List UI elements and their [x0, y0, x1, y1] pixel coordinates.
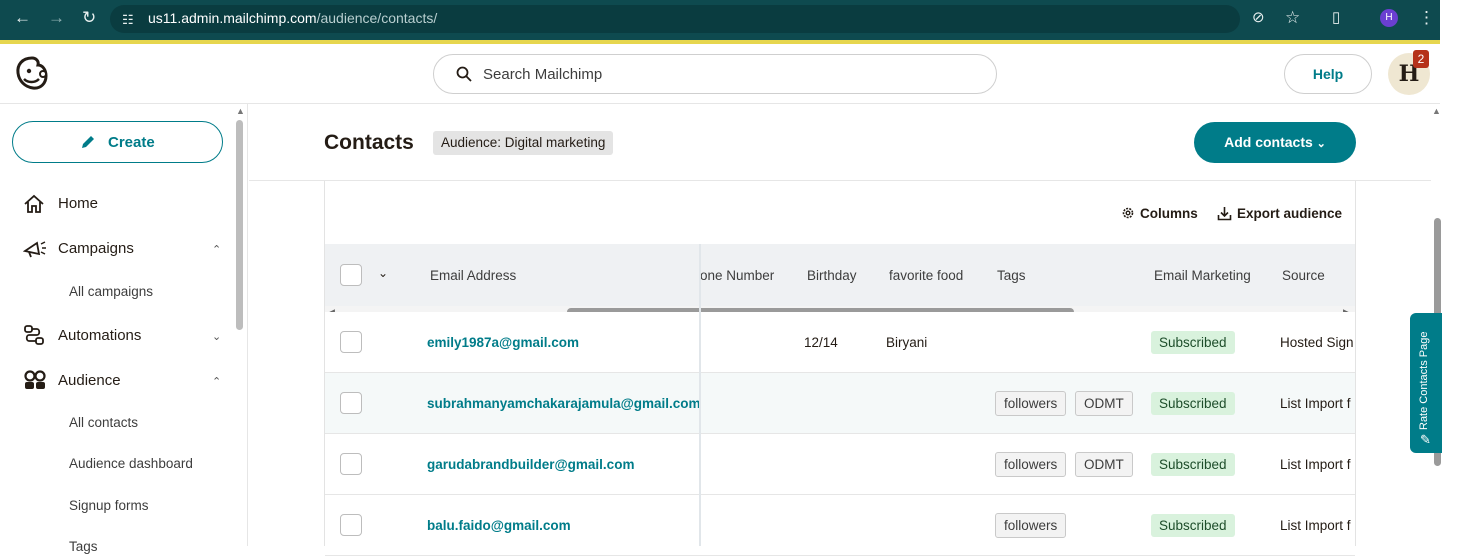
scroll-up-arrow-icon[interactable]: ▲	[236, 106, 245, 116]
row-checkbox[interactable]	[340, 392, 362, 414]
chevron-down-icon[interactable]: ⌄	[378, 266, 388, 280]
tag-badge[interactable]: ODMT	[1075, 452, 1133, 477]
add-contacts-button[interactable]: Add contacts ⌄	[1194, 122, 1356, 163]
create-button-label: Create	[108, 134, 155, 151]
contact-email[interactable]: emily1987a@gmail.com	[427, 335, 579, 350]
search-icon	[456, 66, 472, 82]
home-icon	[24, 194, 44, 213]
column-email-marketing[interactable]: Email Marketing	[1154, 268, 1251, 283]
add-contacts-label: Add contacts	[1224, 134, 1313, 150]
chevron-up-icon[interactable]: ⌃	[212, 375, 221, 388]
column-favorite-food[interactable]: favorite food	[889, 268, 963, 283]
rate-tab-label: Rate Contacts Page	[1418, 331, 1430, 430]
audience-badge: Audience: Digital marketing	[433, 131, 614, 155]
sidebar-item-signup-forms[interactable]: Signup forms	[69, 498, 149, 513]
profile-icon[interactable]: H	[1380, 9, 1398, 27]
pencil-icon: ✎	[1420, 432, 1431, 447]
column-email-address[interactable]: Email Address	[430, 268, 516, 283]
forward-icon[interactable]: →	[48, 8, 65, 28]
scroll-up-arrow-icon[interactable]: ▲	[1432, 106, 1441, 116]
help-button[interactable]: Help	[1284, 54, 1372, 94]
extensions-icon[interactable]: ▯	[1332, 8, 1340, 28]
chevron-up-icon[interactable]: ⌃	[212, 243, 221, 256]
row-checkbox[interactable]	[340, 331, 362, 353]
reload-icon[interactable]: ↻	[82, 8, 96, 28]
chevron-down-icon[interactable]: ⌄	[212, 330, 221, 343]
tag-badge[interactable]: ODMT	[1075, 391, 1133, 416]
notification-badge[interactable]: 2	[1413, 50, 1429, 68]
tag-badge[interactable]: followers	[995, 513, 1067, 538]
site-settings-icon[interactable]: ☷	[122, 10, 134, 30]
status-badge: Subscribed	[1151, 392, 1235, 415]
select-all-checkbox[interactable]	[340, 264, 362, 286]
gear-icon	[1122, 207, 1134, 219]
search-placeholder: Search Mailchimp	[483, 66, 603, 83]
contact-source: List Import f	[1280, 518, 1351, 533]
contact-email[interactable]: subrahmanyamchakarajamula@gmail.com	[427, 396, 701, 411]
sidebar-item-audience-dashboard[interactable]: Audience dashboard	[69, 456, 193, 471]
page-title: Contacts	[324, 131, 414, 154]
back-icon[interactable]: ←	[14, 8, 31, 28]
contact-source: List Import f	[1280, 396, 1351, 411]
chevron-down-icon: ⌄	[1316, 138, 1326, 150]
sidebar-item-all-campaigns[interactable]: All campaigns	[69, 284, 153, 299]
column-source[interactable]: Source	[1282, 268, 1325, 283]
status-badge: Subscribed	[1151, 514, 1235, 537]
sidebar-scrollbar[interactable]	[236, 120, 243, 330]
export-icon	[1217, 207, 1232, 221]
column-tags[interactable]: Tags	[997, 268, 1026, 283]
sidebar-item-all-contacts[interactable]: All contacts	[69, 415, 138, 430]
export-audience-button[interactable]: Export audience	[1237, 206, 1342, 221]
sidebar-item-campaigns[interactable]: Campaigns	[58, 240, 134, 257]
column-birthday[interactable]: Birthday	[807, 268, 857, 283]
mailchimp-logo-icon[interactable]	[12, 54, 52, 94]
eye-off-icon[interactable]: ⊘	[1252, 8, 1265, 28]
row-checkbox[interactable]	[340, 514, 362, 536]
url-path: /audience/contacts/	[316, 10, 438, 26]
browser-menu-icon[interactable]: ⋮	[1418, 8, 1435, 28]
contact-source: List Import f	[1280, 457, 1351, 472]
contact-favorite-food: Biryani	[886, 335, 928, 350]
automations-icon	[24, 325, 44, 345]
tag-badge[interactable]: followers	[995, 452, 1067, 477]
contact-source: Hosted Sign	[1280, 335, 1354, 350]
sidebar-item-audience[interactable]: Audience	[58, 372, 121, 389]
tag-badge[interactable]: followers	[995, 391, 1067, 416]
megaphone-icon	[23, 241, 46, 258]
columns-button[interactable]: Columns	[1140, 206, 1198, 221]
column-phone-number[interactable]: one Number	[700, 268, 774, 283]
pencil-icon	[82, 136, 94, 148]
contact-birthday: 12/14	[804, 335, 838, 350]
status-badge: Subscribed	[1151, 453, 1235, 476]
audience-icon	[24, 370, 46, 389]
row-checkbox[interactable]	[340, 453, 362, 475]
url-host: us11.admin.mailchimp.com	[148, 10, 317, 26]
bookmark-star-icon[interactable]: ☆	[1285, 8, 1300, 28]
url-text[interactable]: us11.admin.mailchimp.com/audience/contac…	[148, 10, 437, 26]
sticky-column-divider	[699, 244, 701, 546]
sidebar-item-automations[interactable]: Automations	[58, 327, 141, 344]
status-badge: Subscribed	[1151, 331, 1235, 354]
sidebar-item-tags[interactable]: Tags	[69, 539, 98, 554]
sidebar-item-home[interactable]: Home	[58, 195, 98, 212]
contact-email[interactable]: garudabrandbuilder@gmail.com	[427, 457, 634, 472]
contact-email[interactable]: balu.faido@gmail.com	[427, 518, 571, 533]
